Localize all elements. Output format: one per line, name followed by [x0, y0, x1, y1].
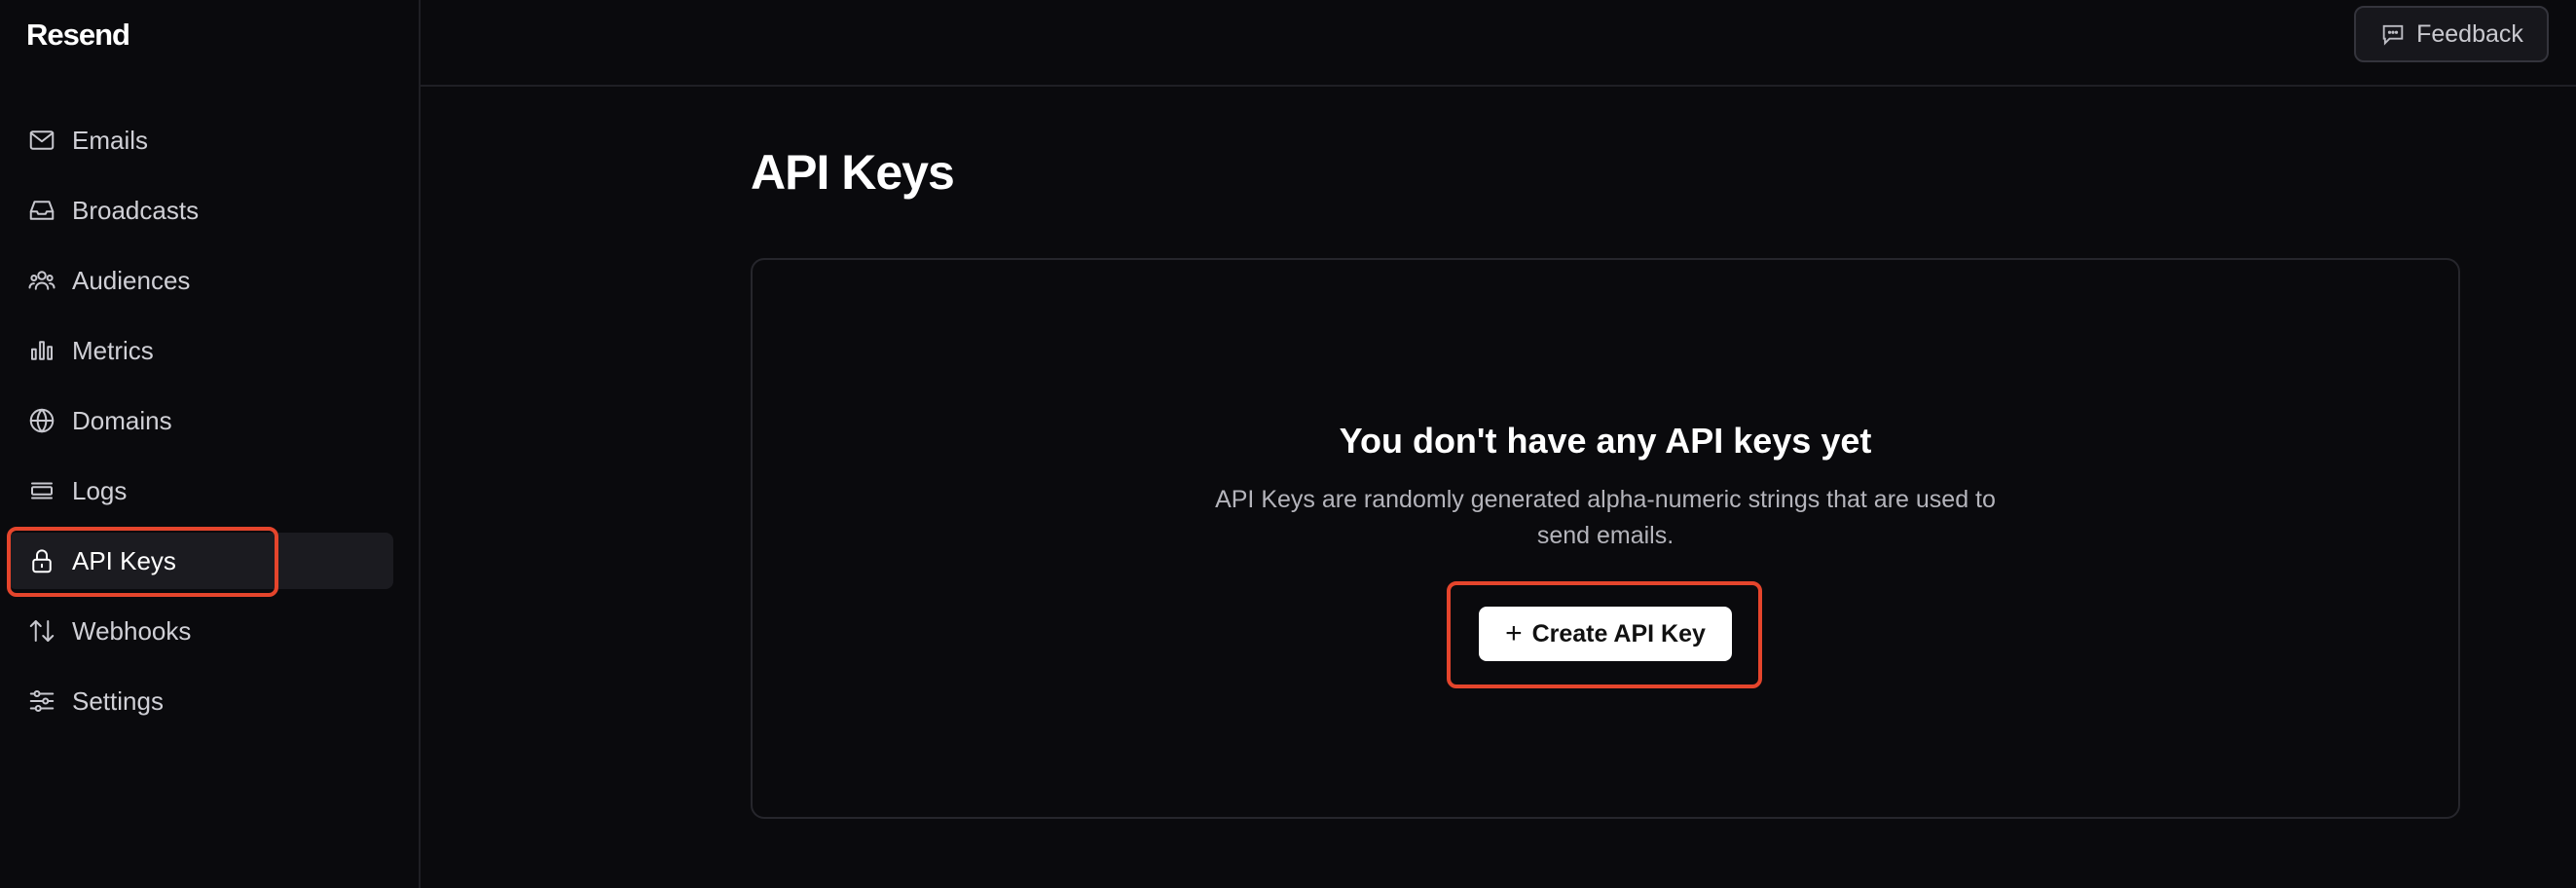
sidebar-item-label: Audiences	[72, 265, 191, 295]
sidebar: Resend Emails Broadcasts Audiences Metri…	[0, 0, 421, 888]
sidebar-item-label: Webhooks	[72, 615, 192, 646]
sidebar-item-emails[interactable]: Emails	[0, 112, 421, 168]
empty-state-title: You don't have any API keys yet	[1339, 421, 1872, 461]
empty-state-card: You don't have any API keys yet API Keys…	[751, 258, 2460, 819]
top-bar: Feedback	[421, 0, 2576, 87]
sidebar-item-broadcasts[interactable]: Broadcasts	[0, 182, 421, 239]
chat-bubble-icon	[2382, 24, 2404, 46]
sidebar-item-label: Metrics	[72, 335, 154, 365]
create-api-key-label: Create API Key	[1531, 619, 1706, 648]
logs-icon	[25, 474, 58, 507]
app-window: Resend Emails Broadcasts Audiences Metri…	[0, 0, 2576, 888]
logo[interactable]: Resend	[26, 18, 130, 53]
sidebar-item-webhooks[interactable]: Webhooks	[0, 603, 421, 659]
sidebar-item-metrics[interactable]: Metrics	[0, 322, 421, 379]
users-icon	[25, 264, 58, 297]
create-api-key-button[interactable]: + Create API Key	[1479, 607, 1732, 661]
globe-icon	[25, 404, 58, 437]
lock-icon	[25, 544, 58, 577]
feedback-label: Feedback	[2416, 19, 2523, 48]
feedback-button[interactable]: Feedback	[2354, 6, 2549, 62]
sidebar-nav: Emails Broadcasts Audiences Metrics Doma…	[0, 112, 421, 743]
page-title: API Keys	[751, 145, 955, 200]
sidebar-item-api-keys[interactable]: API Keys	[8, 533, 393, 589]
sidebar-item-label: API Keys	[72, 545, 176, 575]
sidebar-item-label: Settings	[72, 685, 164, 716]
sidebar-item-label: Domains	[72, 405, 172, 435]
sliders-icon	[25, 684, 58, 718]
sidebar-item-label: Logs	[72, 475, 128, 505]
arrows-updown-icon	[25, 614, 58, 648]
mail-icon	[25, 124, 58, 157]
sidebar-item-label: Broadcasts	[72, 195, 200, 225]
sidebar-item-settings[interactable]: Settings	[0, 673, 421, 729]
sidebar-item-label: Emails	[72, 125, 149, 155]
plus-icon: +	[1505, 617, 1523, 649]
empty-state-description: API Keys are randomly generated alpha-nu…	[1215, 486, 1996, 549]
sidebar-item-logs[interactable]: Logs	[0, 462, 421, 519]
sidebar-item-domains[interactable]: Domains	[0, 392, 421, 449]
sidebar-item-audiences[interactable]: Audiences	[0, 252, 421, 309]
inbox-icon	[25, 194, 58, 227]
bar-chart-icon	[25, 334, 58, 367]
